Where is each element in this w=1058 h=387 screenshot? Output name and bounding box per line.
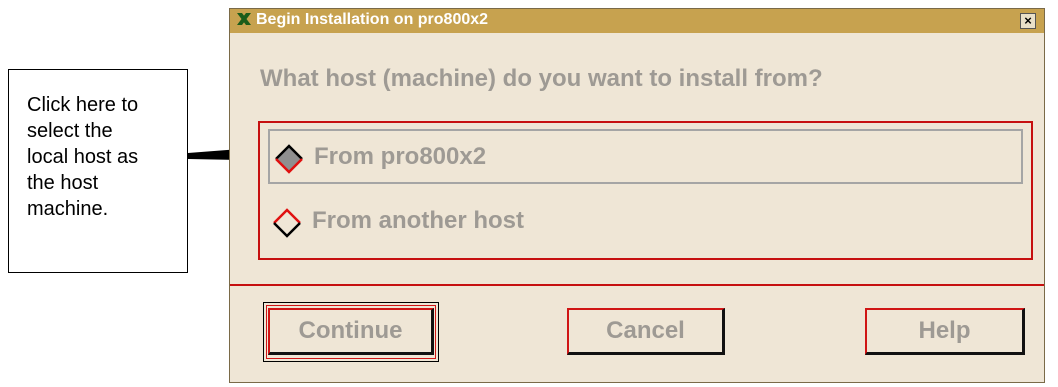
window-title: Begin Installation on pro800x2 bbox=[256, 11, 489, 28]
continue-button[interactable]: Continue bbox=[268, 308, 434, 355]
close-button[interactable]: × bbox=[1020, 13, 1036, 29]
option-label: From another host bbox=[312, 207, 525, 234]
annotation-text: Click here to select the local host as t… bbox=[27, 92, 187, 222]
option-from-local-host[interactable]: From pro800x2 bbox=[268, 129, 1023, 184]
annotation-line: select the bbox=[27, 120, 113, 142]
host-option-group: From pro800x2 From another host bbox=[258, 121, 1033, 260]
cancel-button[interactable]: Cancel bbox=[567, 308, 725, 355]
divider bbox=[230, 284, 1044, 286]
annotation-line: Click here to bbox=[27, 94, 139, 116]
question-label: What host (machine) do you want to insta… bbox=[260, 65, 823, 92]
annotation-line: the host bbox=[27, 172, 99, 194]
installation-dialog: Begin Installation on pro800x2 × What ho… bbox=[229, 8, 1045, 383]
title-bar[interactable]: Begin Installation on pro800x2 × bbox=[230, 9, 1044, 33]
help-button[interactable]: Help bbox=[865, 308, 1025, 355]
x-logo-icon bbox=[237, 13, 251, 25]
radio-selected-icon[interactable] bbox=[274, 144, 304, 174]
option-label: From pro800x2 bbox=[314, 143, 487, 170]
close-icon: × bbox=[1024, 13, 1032, 28]
radio-unselected-icon[interactable] bbox=[272, 208, 302, 238]
annotation-line: local host as bbox=[27, 146, 139, 168]
annotation-callout: Click here to select the local host as t… bbox=[8, 69, 188, 273]
option-from-another-host[interactable]: From another host bbox=[268, 195, 1023, 250]
annotation-line: machine. bbox=[27, 198, 109, 220]
